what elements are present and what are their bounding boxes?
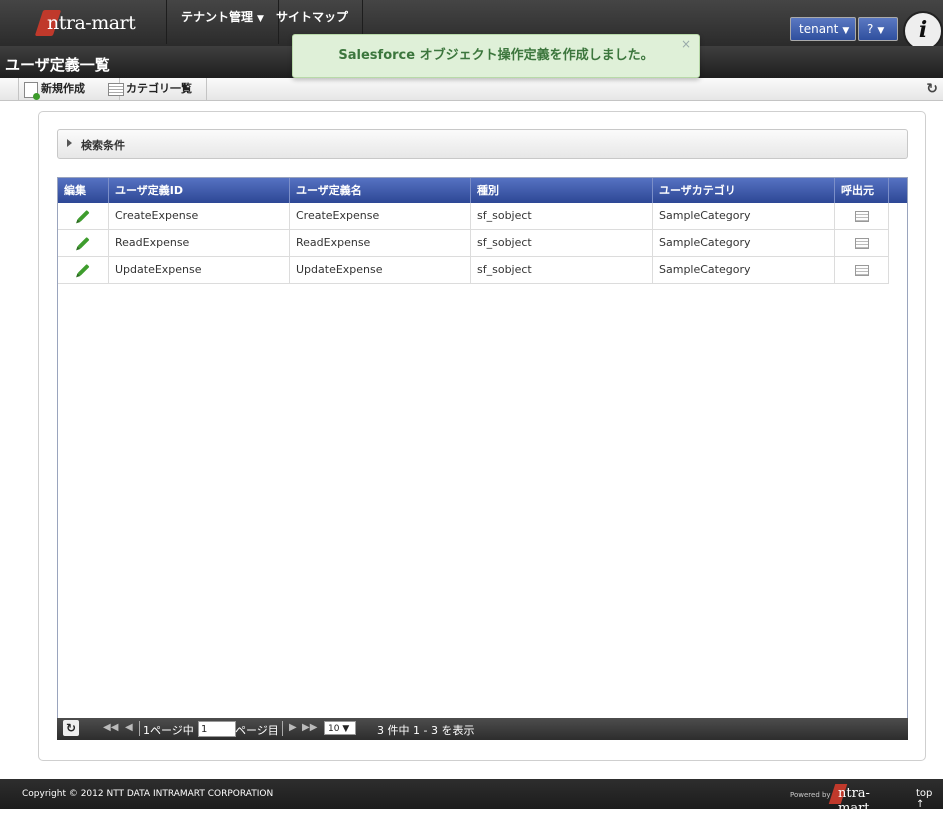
document-list-icon: [854, 237, 869, 249]
record-summary: 3 件中 1 - 3 を表示: [377, 724, 475, 737]
refresh-icon[interactable]: ↻: [63, 720, 79, 736]
column-header-category[interactable]: ユーザカテゴリ: [653, 178, 835, 203]
cell-user-definition-name: UpdateExpense: [290, 257, 471, 283]
footer-logo-text: ntra-mart: [838, 786, 870, 816]
close-icon[interactable]: ×: [681, 37, 691, 51]
next-page-icon[interactable]: ▶: [289, 722, 297, 733]
cell-type: sf_sobject: [471, 203, 653, 229]
pencil-icon: [76, 236, 90, 250]
table-row[interactable]: CreateExpense CreateExpense sf_sobject S…: [58, 203, 889, 230]
user-menu-button[interactable]: tenant ▼: [790, 17, 856, 41]
cell-user-definition-name: CreateExpense: [290, 203, 471, 229]
pagination-bar: ↻ ◀◀ ◀ 1ページ中 ページ目 ▶ ▶▶ 10 ▼ 3 件中 1 - 3 を…: [57, 718, 908, 740]
new-create-label: 新規作成: [41, 82, 85, 95]
search-conditions-label: 検索条件: [81, 139, 125, 152]
toast-message: Salesforce オブジェクト操作定義を作成しました。: [338, 48, 654, 63]
toolbar: 新規作成 カテゴリ一覧 ↻: [0, 78, 943, 101]
cell-category: SampleCategory: [653, 203, 835, 229]
cell-user-definition-name: ReadExpense: [290, 230, 471, 256]
success-toast: Salesforce オブジェクト操作定義を作成しました。 ×: [292, 34, 700, 78]
page-suffix-label: ページ目: [235, 724, 279, 737]
sitemap-label: サイトマップ: [276, 10, 349, 24]
footer: Copyright © 2012 NTT DATA INTRAMART CORP…: [0, 779, 943, 816]
help-menu-label: ?: [867, 22, 874, 36]
edit-button[interactable]: [58, 230, 109, 256]
cell-category: SampleCategory: [653, 230, 835, 256]
category-list-button[interactable]: カテゴリ一覧: [104, 78, 207, 100]
copyright-text: Copyright © 2012 NTT DATA INTRAMART CORP…: [22, 789, 274, 799]
first-page-icon[interactable]: ◀◀: [103, 722, 118, 733]
rows-per-page-select[interactable]: 10 ▼: [324, 721, 356, 735]
edit-button[interactable]: [58, 257, 109, 283]
pencil-icon: [76, 209, 90, 223]
user-definition-table: 編集 ユーザ定義ID ユーザ定義名 種別 ユーザカテゴリ 呼出元 CreateE…: [57, 177, 908, 720]
previous-page-icon[interactable]: ◀: [125, 722, 133, 733]
powered-by-text: Powered by: [790, 791, 831, 799]
cell-type: sf_sobject: [471, 257, 653, 283]
column-header-edit[interactable]: 編集: [58, 178, 109, 203]
column-header-id[interactable]: ユーザ定義ID: [109, 178, 290, 203]
search-conditions-toggle[interactable]: 検索条件: [57, 129, 908, 159]
cell-user-definition-id: CreateExpense: [109, 203, 290, 229]
list-icon: [108, 83, 124, 96]
page-title: ユーザ定義一覧: [5, 56, 110, 74]
column-header-caller[interactable]: 呼出元: [835, 178, 889, 203]
chevron-down-icon: ▼: [877, 26, 885, 36]
document-list-icon: [854, 264, 869, 276]
table-row[interactable]: ReadExpense ReadExpense sf_sobject Sampl…: [58, 230, 889, 257]
table-row[interactable]: UpdateExpense UpdateExpense sf_sobject S…: [58, 257, 889, 284]
pencil-icon: [76, 263, 90, 277]
pager-divider: [282, 721, 283, 736]
column-header-type[interactable]: 種別: [471, 178, 653, 203]
caller-button[interactable]: [835, 203, 889, 229]
edit-button[interactable]: [58, 203, 109, 229]
page-number-input[interactable]: [198, 721, 236, 737]
user-menu-label: tenant: [799, 22, 839, 36]
cell-user-definition-id: UpdateExpense: [109, 257, 290, 283]
cell-type: sf_sobject: [471, 230, 653, 256]
caller-button[interactable]: [835, 257, 889, 283]
footer-intra-mart-logo: ntra-mart: [828, 784, 900, 816]
cell-category: SampleCategory: [653, 257, 835, 283]
cell-user-definition-id: ReadExpense: [109, 230, 290, 256]
im-info-icon[interactable]: i: [903, 11, 943, 51]
content-panel: 検索条件 編集 ユーザ定義ID ユーザ定義名 種別 ユーザカテゴリ 呼出元 Cr…: [38, 111, 926, 761]
chevron-down-icon: ▼: [842, 26, 850, 36]
category-list-label: カテゴリ一覧: [126, 82, 192, 95]
pager-divider: [139, 721, 140, 736]
chevron-right-icon: [67, 139, 72, 147]
column-header-name[interactable]: ユーザ定義名: [290, 178, 471, 203]
caller-button[interactable]: [835, 230, 889, 256]
intra-mart-logo[interactable]: ntra-mart: [33, 10, 143, 36]
logo-text: ntra-mart: [47, 12, 136, 34]
chevron-down-icon: ▼: [342, 724, 350, 734]
page-count-label: 1ページ中: [143, 724, 194, 737]
refresh-icon[interactable]: ↻: [926, 78, 938, 100]
document-list-icon: [854, 210, 869, 222]
tenant-management-label: テナント管理: [181, 10, 254, 24]
back-to-top-link[interactable]: top ↑: [916, 788, 943, 810]
rows-per-page-value: 10: [328, 724, 340, 734]
last-page-icon[interactable]: ▶▶: [302, 722, 317, 733]
new-document-icon: [24, 82, 40, 100]
table-header: 編集 ユーザ定義ID ユーザ定義名 種別 ユーザカテゴリ 呼出元: [58, 178, 907, 203]
help-menu-button[interactable]: ? ▼: [858, 17, 898, 41]
